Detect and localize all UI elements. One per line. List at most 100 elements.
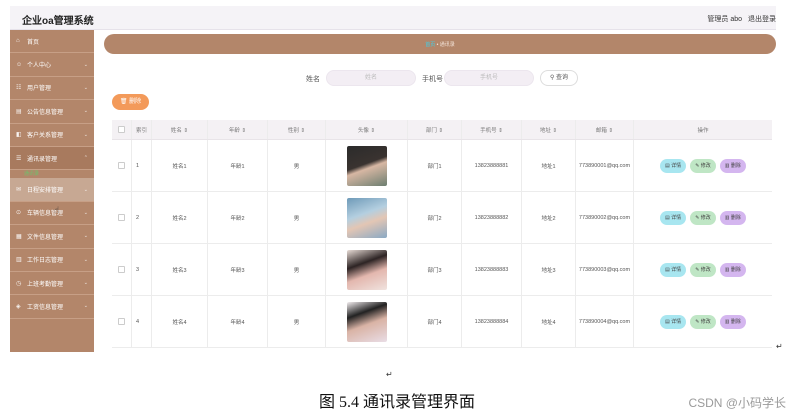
edit-button[interactable]: ✎ 修改 bbox=[690, 210, 716, 225]
app-screenshot: 企业oa管理系统 管理员 abo 退出登录 ⌂ 首页 ☺ 个人中心 ⌄ ☷ 用户管理 ⌄ … bbox=[10, 6, 776, 352]
notice-icon: ▤ bbox=[16, 108, 22, 115]
table-row: 1 姓名1 年龄1 男 部门1 13823888881 地址1 77389000… bbox=[112, 140, 772, 192]
detail-button[interactable]: ▤ 详情 bbox=[660, 210, 687, 225]
row-checkbox[interactable] bbox=[118, 318, 125, 325]
car-icon: ⊙ bbox=[16, 210, 22, 217]
sidebar-item-salary[interactable]: ◈ 工资信息管理 ⌄ bbox=[10, 295, 94, 319]
cell-department: 部门2 bbox=[408, 192, 462, 243]
cell-age: 年龄1 bbox=[208, 140, 268, 191]
avatar bbox=[346, 197, 387, 238]
sidebar-item-customer[interactable]: ◧ 客户关系管理 ⌄ bbox=[10, 124, 94, 147]
header-department[interactable]: 部门 ⇕ bbox=[408, 120, 462, 139]
file-icon: ▦ bbox=[16, 233, 22, 240]
header-avatar[interactable]: 头像 ⇕ bbox=[326, 120, 408, 139]
sidebar-item-label: 文件信息管理 bbox=[27, 234, 64, 241]
delete-button[interactable]: ▥ 删除 bbox=[719, 314, 746, 329]
sidebar-item-label: 工资信息管理 bbox=[27, 304, 64, 311]
contacts-table: 索引 姓名 ⇕ 年龄 ⇕ 性别 ⇕ 头像 ⇕ 部门 ⇕ 手机号 ⇕ 地址 ⇕ 邮… bbox=[112, 120, 772, 348]
detail-button[interactable]: ▤ 详情 bbox=[660, 262, 687, 277]
batch-delete-button[interactable]: 🗑 删除 bbox=[112, 94, 149, 110]
sidebar-item-contacts[interactable]: ☰ 通讯录管理 ⌃ bbox=[10, 146, 94, 171]
delete-button[interactable]: ▥ 删除 bbox=[719, 262, 746, 277]
row-checkbox[interactable] bbox=[118, 266, 125, 273]
main-content: 首页 • 通讯录 姓名 姓名 手机号 手机号 ⚲ 查询 🗑 删除 索引 姓名 ⇕… bbox=[94, 30, 776, 352]
sidebar-item-car[interactable]: ⊙ 车辆信息管理 ⌄ bbox=[10, 202, 94, 226]
sidebar-item-label: 上班考勤管理 bbox=[27, 281, 64, 288]
table-header: 索引 姓名 ⇕ 年龄 ⇕ 性别 ⇕ 头像 ⇕ 部门 ⇕ 手机号 ⇕ 地址 ⇕ 邮… bbox=[112, 120, 772, 140]
header-gender[interactable]: 性别 ⇕ bbox=[268, 120, 326, 139]
sidebar-item-label: 首页 bbox=[27, 39, 40, 46]
sidebar-subitem-contacts[interactable]: 通讯录 bbox=[10, 170, 94, 178]
name-label: 姓名 bbox=[306, 76, 320, 83]
edit-button[interactable]: ✎ 修改 bbox=[690, 158, 716, 173]
sidebar-item-file[interactable]: ▦ 文件信息管理 ⌄ bbox=[10, 225, 94, 249]
sidebar-item-log[interactable]: ▥ 工作日志管理 ⌄ bbox=[10, 249, 94, 272]
cell-phone: 13823888882 bbox=[462, 192, 522, 243]
breadcrumb-separator: • bbox=[436, 42, 439, 48]
cell-email: 773890002@qq.com bbox=[576, 192, 634, 243]
cell-index: 1 bbox=[132, 140, 152, 191]
breadcrumb: 首页 • 通讯录 bbox=[104, 34, 776, 54]
search-button[interactable]: ⚲ 查询 bbox=[540, 70, 578, 86]
row-checkbox[interactable] bbox=[118, 214, 125, 221]
chevron-down-icon: ⌄ bbox=[83, 61, 88, 68]
cell-gender: 男 bbox=[268, 140, 326, 191]
cell-index: 3 bbox=[132, 244, 152, 295]
chevron-down-icon: ⌄ bbox=[83, 108, 88, 115]
header-actions: 操作 bbox=[697, 127, 709, 134]
table-row: 3 姓名3 年龄3 男 部门3 13823888883 地址3 77389000… bbox=[112, 244, 772, 296]
mouse-cursor-icon: ☝ bbox=[54, 205, 60, 215]
cell-address: 地址1 bbox=[522, 140, 576, 191]
edit-button[interactable]: ✎ 修改 bbox=[690, 314, 716, 329]
select-all-checkbox[interactable] bbox=[118, 126, 125, 133]
top-bar: 企业oa管理系统 管理员 abo 退出登录 bbox=[10, 6, 776, 30]
cell-address: 地址3 bbox=[522, 244, 576, 295]
cell-gender: 男 bbox=[268, 192, 326, 243]
search-button-label: 查询 bbox=[556, 75, 569, 81]
figure-caption: 图 5.4 通讯录管理界面 bbox=[318, 394, 475, 411]
trash-icon: 🗑 bbox=[119, 99, 130, 105]
edit-button[interactable]: ✎ 修改 bbox=[690, 262, 716, 277]
cell-phone: 13823888881 bbox=[462, 140, 522, 191]
phone-input[interactable]: 手机号 bbox=[444, 70, 534, 86]
chevron-down-icon: ⌄ bbox=[83, 131, 88, 138]
sidebar-item-profile[interactable]: ☺ 个人中心 ⌄ bbox=[10, 53, 94, 77]
chevron-down-icon: ⌄ bbox=[83, 233, 88, 240]
table-row: 4 姓名4 年龄4 男 部门4 13823888884 地址4 77389000… bbox=[112, 296, 772, 348]
sidebar-item-users[interactable]: ☷ 用户管理 ⌄ bbox=[10, 77, 94, 101]
cell-gender: 男 bbox=[268, 296, 326, 347]
sidebar-item-attendance[interactable]: ◷ 上班考勤管理 ⌄ bbox=[10, 272, 94, 296]
avatar bbox=[346, 301, 387, 342]
sidebar-item-label: 通讯录管理 bbox=[27, 156, 58, 163]
phone-label: 手机号 bbox=[422, 76, 443, 83]
cell-age: 年龄4 bbox=[208, 296, 268, 347]
sidebar-item-label: 客户关系管理 bbox=[27, 133, 64, 140]
cell-email: 773890001@qq.com bbox=[576, 140, 634, 191]
detail-button[interactable]: ▤ 详情 bbox=[660, 314, 687, 329]
delete-button[interactable]: ▥ 删除 bbox=[719, 210, 746, 225]
cell-index: 2 bbox=[132, 192, 152, 243]
header-address[interactable]: 地址 ⇕ bbox=[522, 120, 576, 139]
chevron-up-icon: ⌃ bbox=[83, 155, 88, 162]
breadcrumb-home[interactable]: 首页 bbox=[425, 42, 435, 48]
row-checkbox[interactable] bbox=[118, 162, 125, 169]
sidebar-item-home[interactable]: ⌂ 首页 bbox=[10, 30, 94, 54]
watermark: CSDN @小码学长 bbox=[688, 396, 786, 410]
breadcrumb-current: 通讯录 bbox=[439, 42, 455, 48]
sidebar-item-schedule[interactable]: ✉ 日程安排管理 ⌄ bbox=[10, 178, 94, 202]
header-name[interactable]: 姓名 ⇕ bbox=[152, 120, 208, 139]
cell-name: 姓名4 bbox=[152, 296, 208, 347]
name-input[interactable]: 姓名 bbox=[326, 70, 416, 86]
delete-button[interactable]: ▥ 删除 bbox=[719, 158, 746, 173]
detail-button[interactable]: ▤ 详情 bbox=[660, 158, 687, 173]
header-age[interactable]: 年龄 ⇕ bbox=[208, 120, 268, 139]
logout-link[interactable]: 退出登录 bbox=[748, 14, 776, 24]
sidebar-item-notice[interactable]: ▤ 公告信息管理 ⌄ bbox=[10, 100, 94, 124]
cell-email: 773890003@qq.com bbox=[576, 244, 634, 295]
cell-index: 4 bbox=[132, 296, 152, 347]
log-icon: ▥ bbox=[16, 257, 22, 264]
admin-label: 管理员 abo bbox=[707, 16, 742, 23]
cell-phone: 13823888884 bbox=[462, 296, 522, 347]
header-email[interactable]: 邮箱 ⇕ bbox=[576, 120, 634, 139]
header-phone[interactable]: 手机号 ⇕ bbox=[462, 120, 522, 139]
